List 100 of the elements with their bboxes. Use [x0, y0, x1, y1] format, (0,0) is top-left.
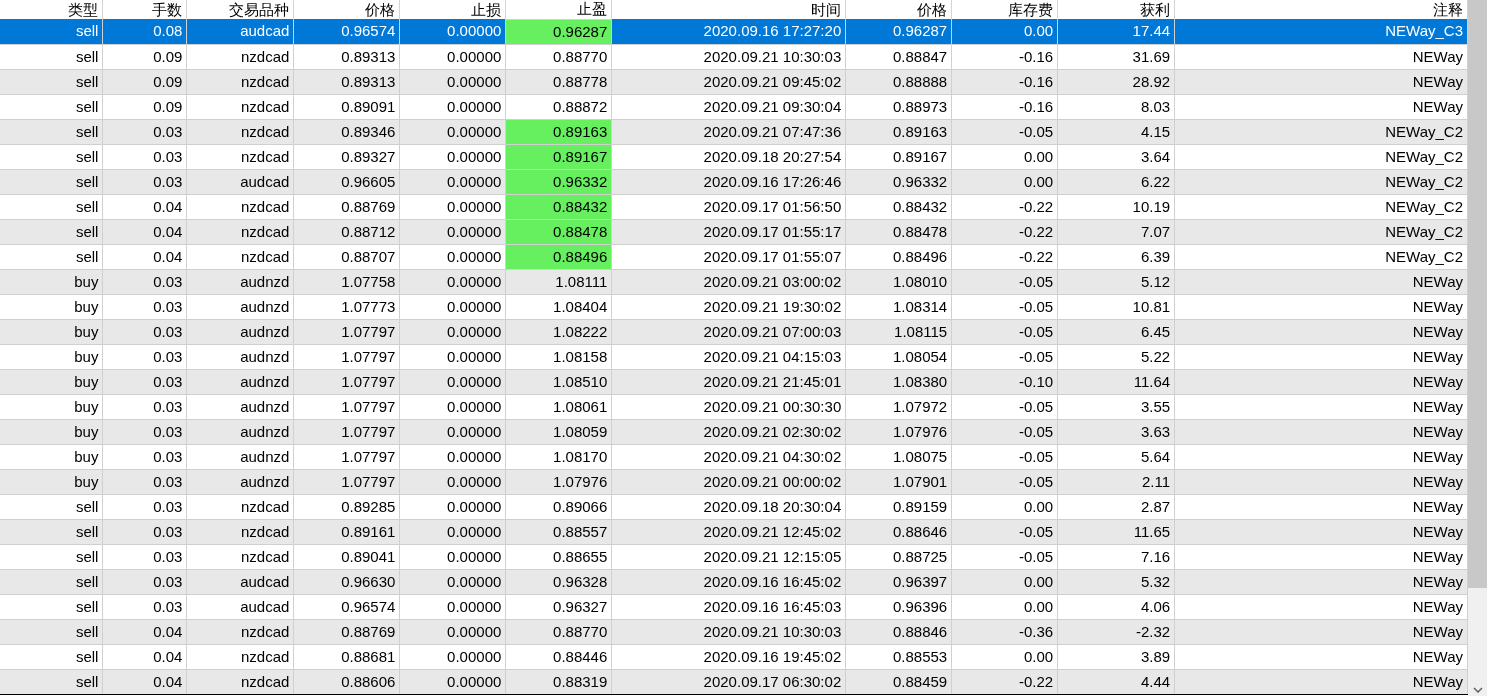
table-cell: 1.07797 — [293, 394, 400, 419]
scrollbar-thumb[interactable] — [1468, 0, 1487, 588]
table-cell: 5.12 — [1057, 269, 1175, 294]
table-cell: NEWay — [1174, 419, 1468, 444]
table-cell: audnzd — [186, 419, 294, 444]
table-cell: 0.88655 — [505, 544, 612, 569]
column-header[interactable]: 时间 — [611, 0, 846, 19]
table-row[interactable]: buy 0.03 audnzd 1.07797 0.00000 1.07976 2020.09.21 00:00:02 1.07901 -0.05 2.11 NEWay — [0, 469, 1468, 494]
table-cell: 0.00000 — [399, 444, 506, 469]
table-cell: 10.81 — [1057, 294, 1175, 319]
table-cell: -0.05 — [951, 394, 1058, 419]
table-cell: 0.89163 — [845, 119, 952, 144]
table-cell: 0.00000 — [399, 619, 506, 644]
table-row[interactable]: sell 0.09 nzdcad 0.89313 0.00000 0.88770 2020.09.21 10:30:03 0.88847 -0.16 31.69 NEWay — [0, 44, 1468, 69]
table-cell: audnzd — [186, 394, 294, 419]
column-header[interactable]: 注释 — [1174, 0, 1468, 19]
table-row[interactable]: buy 0.03 audnzd 1.07773 0.00000 1.08404 2020.09.21 19:30:02 1.08314 -0.05 10.81 NEWay — [0, 294, 1468, 319]
table-row[interactable]: sell 0.03 nzdcad 0.89161 0.00000 0.88557 2020.09.21 12:45:02 0.88646 -0.05 11.65 NEWay — [0, 519, 1468, 544]
table-cell: 0.88681 — [293, 644, 400, 669]
column-header[interactable]: 获利 — [1057, 0, 1175, 19]
table-cell: 0.04 — [102, 619, 187, 644]
table-cell: NEWay — [1174, 269, 1468, 294]
table-row[interactable]: buy 0.03 audnzd 1.07797 0.00000 1.08170 2020.09.21 04:30:02 1.08075 -0.05 5.64 NEWay — [0, 444, 1468, 469]
table-row[interactable]: sell 0.03 nzdcad 0.89285 0.00000 0.89066 2020.09.18 20:30:04 0.89159 0.00 2.87 NEWay — [0, 494, 1468, 519]
table-cell: 0.88778 — [505, 69, 612, 94]
table-row[interactable]: sell 0.04 nzdcad 0.88712 0.00000 0.88478 2020.09.17 01:55:17 0.88478 -0.22 7.07 NEWay_C2 — [0, 219, 1468, 244]
table-cell: audcad — [186, 19, 294, 44]
table-row[interactable]: buy 0.03 audnzd 1.07797 0.00000 1.08158 2020.09.21 04:15:03 1.08054 -0.05 5.22 NEWay — [0, 344, 1468, 369]
table-cell: 0.00000 — [399, 169, 506, 194]
table-cell: 3.64 — [1057, 144, 1175, 169]
table-cell: 2020.09.17 01:56:50 — [611, 194, 846, 219]
table-cell: 4.06 — [1057, 594, 1175, 619]
table-cell: 2020.09.17 06:30:02 — [611, 669, 846, 694]
highlighted-cell: 0.96287 — [505, 19, 612, 44]
table-cell: 2020.09.21 00:00:02 — [611, 469, 846, 494]
scrollbar[interactable] — [1468, 0, 1487, 696]
table-cell: 0.00000 — [399, 269, 506, 294]
table-row[interactable]: sell 0.08 audcad 0.96574 0.00000 0.96287 2020.09.16 17:27:20 0.96287 0.00 17.44 NEWay_C3 — [0, 19, 1468, 44]
table-row[interactable]: buy 0.03 audnzd 1.07797 0.00000 1.08510 2020.09.21 21:45:01 1.08380 -0.10 11.64 NEWay — [0, 369, 1468, 394]
table-cell: 1.07797 — [293, 444, 400, 469]
table-cell: 1.07797 — [293, 344, 400, 369]
column-header[interactable]: 库存费 — [951, 0, 1058, 19]
column-header[interactable]: 手数 — [102, 0, 187, 19]
table-cell: 2020.09.21 12:45:02 — [611, 519, 846, 544]
table-row[interactable]: buy 0.03 audnzd 1.07758 0.00000 1.08111 2020.09.21 03:00:02 1.08010 -0.05 5.12 NEWay — [0, 269, 1468, 294]
table-cell: nzdcad — [186, 44, 294, 69]
column-header[interactable]: 类型 — [0, 0, 103, 19]
table-row[interactable]: sell 0.03 audcad 0.96574 0.00000 0.96327 2020.09.16 16:45:03 0.96396 0.00 4.06 NEWay — [0, 594, 1468, 619]
column-header[interactable]: 交易品种 — [186, 0, 294, 19]
table-row[interactable]: buy 0.03 audnzd 1.07797 0.00000 1.08061 2020.09.21 00:30:30 1.07972 -0.05 3.55 NEWay — [0, 394, 1468, 419]
table-row[interactable]: sell 0.04 nzdcad 0.88769 0.00000 0.88432 2020.09.17 01:56:50 0.88432 -0.22 10.19 NEWay_C2 — [0, 194, 1468, 219]
column-header[interactable]: 止盈 — [505, 0, 612, 19]
table-cell: 1.08404 — [505, 294, 612, 319]
column-header[interactable]: 价格 — [845, 0, 952, 19]
table-row[interactable]: sell 0.03 audcad 0.96630 0.00000 0.96328 2020.09.16 16:45:02 0.96397 0.00 5.32 NEWay — [0, 569, 1468, 594]
table-cell: 0.00000 — [399, 244, 506, 269]
table-cell: 0.96630 — [293, 569, 400, 594]
table-cell: 0.96287 — [845, 19, 952, 44]
table-row[interactable]: sell 0.09 nzdcad 0.89091 0.00000 0.88872 2020.09.21 09:30:04 0.88973 -0.16 8.03 NEWay — [0, 94, 1468, 119]
table-row[interactable]: sell 0.03 audcad 0.96605 0.00000 0.96332 2020.09.16 17:26:46 0.96332 0.00 6.22 NEWay_C2 — [0, 169, 1468, 194]
table-cell: NEWay — [1174, 394, 1468, 419]
table-cell: 0.89066 — [505, 494, 612, 519]
table-cell: NEWay — [1174, 569, 1468, 594]
table-row[interactable]: sell 0.03 nzdcad 0.89041 0.00000 0.88655 2020.09.21 12:15:05 0.88725 -0.05 7.16 NEWay — [0, 544, 1468, 569]
table-cell: 0.03 — [102, 319, 187, 344]
table-row[interactable]: buy 0.03 audnzd 1.07797 0.00000 1.08059 2020.09.21 02:30:02 1.07976 -0.05 3.63 NEWay — [0, 419, 1468, 444]
table-cell: 5.64 — [1057, 444, 1175, 469]
table-cell: NEWay_C2 — [1174, 219, 1468, 244]
table-cell: 1.08061 — [505, 394, 612, 419]
table-cell: 8.03 — [1057, 94, 1175, 119]
table-cell: 0.09 — [102, 44, 187, 69]
table-cell: 0.96574 — [293, 19, 400, 44]
table-cell: 2020.09.18 20:27:54 — [611, 144, 846, 169]
table-cell: 0.88846 — [845, 619, 952, 644]
table-cell: NEWay_C2 — [1174, 194, 1468, 219]
table-row[interactable]: buy 0.03 audnzd 1.07797 0.00000 1.08222 2020.09.21 07:00:03 1.08115 -0.05 6.45 NEWay — [0, 319, 1468, 344]
table-cell: sell — [0, 244, 103, 269]
table-row[interactable]: sell 0.03 nzdcad 0.89327 0.00000 0.89167 2020.09.18 20:27:54 0.89167 0.00 3.64 NEWay_C2 — [0, 144, 1468, 169]
table-cell: 0.89041 — [293, 544, 400, 569]
column-header[interactable]: 价格 — [293, 0, 400, 19]
table-row[interactable]: sell 0.04 nzdcad 0.88769 0.00000 0.88770 2020.09.21 10:30:03 0.88846 -0.36 -2.32 NEWay — [0, 619, 1468, 644]
chevron-down-icon[interactable] — [1473, 687, 1483, 693]
table-cell: 1.08158 — [505, 344, 612, 369]
table-row[interactable]: sell 0.09 nzdcad 0.89313 0.00000 0.88778 2020.09.21 09:45:02 0.88888 -0.16 28.92 NEWay — [0, 69, 1468, 94]
table-cell: 2020.09.21 07:00:03 — [611, 319, 846, 344]
table-cell: 0.00000 — [399, 144, 506, 169]
table-cell: 2.11 — [1057, 469, 1175, 494]
column-header[interactable]: 止损 — [399, 0, 506, 19]
table-row[interactable]: sell 0.04 nzdcad 0.88606 0.00000 0.88319 2020.09.17 06:30:02 0.88459 -0.22 4.44 NEWay — [0, 669, 1468, 694]
table-cell: 0.96397 — [845, 569, 952, 594]
table-cell: 0.00000 — [399, 594, 506, 619]
table-cell: sell — [0, 19, 103, 44]
table-cell: 1.07972 — [845, 394, 952, 419]
table-cell: 0.09 — [102, 69, 187, 94]
table-row[interactable]: sell 0.04 nzdcad 0.88707 0.00000 0.88496 2020.09.17 01:55:07 0.88496 -0.22 6.39 NEWay_C2 — [0, 244, 1468, 269]
table-row[interactable]: sell 0.03 nzdcad 0.89346 0.00000 0.89163 2020.09.21 07:47:36 0.89163 -0.05 4.15 NEWay_C2 — [0, 119, 1468, 144]
table-row[interactable]: sell 0.04 nzdcad 0.88681 0.00000 0.88446 2020.09.16 19:45:02 0.88553 0.00 3.89 NEWay — [0, 644, 1468, 669]
table-cell: 0.88770 — [505, 619, 612, 644]
table-cell: 2020.09.18 20:30:04 — [611, 494, 846, 519]
table-cell: 2020.09.21 03:00:02 — [611, 269, 846, 294]
